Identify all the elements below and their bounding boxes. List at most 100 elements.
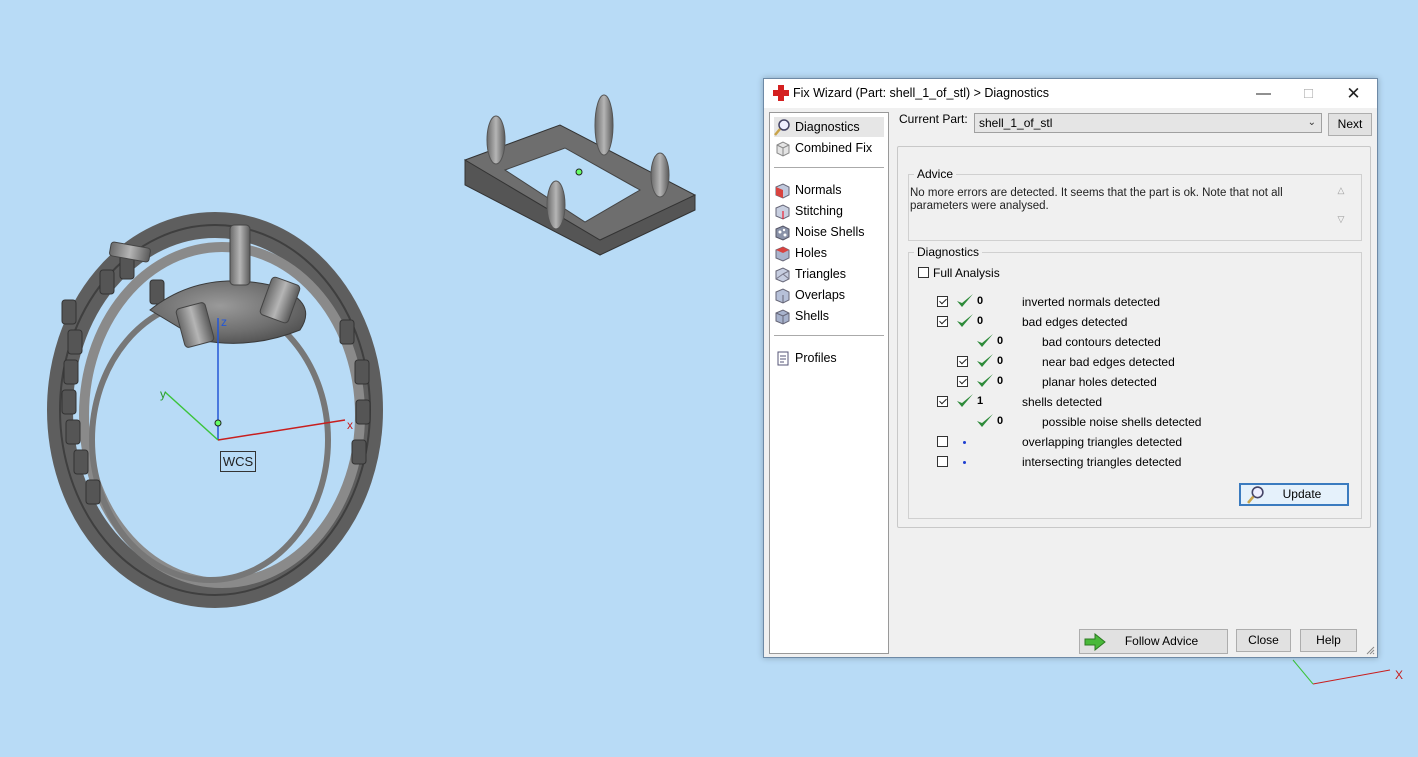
diagnostic-checkbox[interactable] [937, 456, 948, 467]
sidebar-item-label: Combined Fix [795, 141, 873, 155]
overlaps-icon [775, 287, 790, 304]
diagnostic-label: bad edges detected [1022, 315, 1128, 329]
check-mark-icon [957, 394, 973, 407]
diagnostic-count: 0 [997, 375, 1004, 387]
axis-x-label: x [347, 418, 353, 432]
full-analysis-checkbox[interactable] [918, 267, 929, 278]
diagnostic-count: 0 [977, 295, 984, 307]
combined-fix-icon [776, 140, 790, 157]
next-button[interactable]: Next [1328, 113, 1372, 136]
sidebar-item-label: Profiles [795, 351, 837, 365]
close-button[interactable]: Close [1236, 629, 1291, 652]
sidebar-item-combined-fix[interactable]: Combined Fix [774, 138, 884, 158]
update-button[interactable]: Update [1239, 483, 1349, 506]
check-mark-icon [957, 314, 973, 327]
close-window-button[interactable]: ✕ [1331, 79, 1376, 108]
view-triad: X [1292, 659, 1403, 685]
sidebar-separator [774, 167, 884, 168]
axis-y-label: y [160, 387, 166, 401]
normals-icon [775, 182, 790, 199]
axis-z-label: z [221, 315, 227, 329]
sidebar-item-noise-shells[interactable]: Noise Shells [774, 222, 884, 242]
magnifier-icon [774, 118, 790, 136]
title-bar[interactable]: Fix Wizard (Part: shell_1_of_stl) > Diag… [764, 79, 1377, 108]
wizard-sidebar: Diagnostics Combined Fix Normals Stitchi… [769, 112, 889, 654]
check-mark-icon [977, 374, 993, 387]
help-button[interactable]: Help [1300, 629, 1357, 652]
sidebar-item-label: Stitching [795, 204, 843, 218]
diagnostic-count: 0 [997, 335, 1004, 347]
advice-scrollbar[interactable]: △ ▽ [1334, 185, 1348, 231]
resize-grip-icon[interactable] [1365, 645, 1375, 655]
diagnostic-checkbox[interactable] [957, 356, 968, 367]
diagnostic-count: 0 [997, 355, 1004, 367]
diagnostic-checkbox[interactable] [937, 296, 948, 307]
fix-wizard-dialog: Fix Wizard (Part: shell_1_of_stl) > Diag… [763, 78, 1378, 658]
advice-text: No more errors are detected. It seems th… [910, 187, 1283, 212]
scroll-down-icon[interactable]: ▽ [1334, 214, 1348, 225]
diagnostic-checkbox[interactable] [937, 396, 948, 407]
diagnostic-count: 0 [997, 415, 1004, 427]
triad-x-label: X [1395, 668, 1403, 682]
diagnostic-count: 1 [977, 395, 984, 407]
sidebar-item-triangles[interactable]: Triangles [774, 264, 884, 284]
sidebar-item-label: Normals [795, 183, 842, 197]
red-cross-icon [773, 85, 789, 101]
check-mark-icon [977, 414, 993, 427]
diagnostic-label: planar holes detected [1042, 375, 1157, 389]
sidebar-item-shells[interactable]: Shells [774, 306, 884, 326]
profiles-icon [777, 351, 789, 365]
triangles-icon [775, 266, 790, 283]
window-title: Fix Wizard (Part: shell_1_of_stl) > Diag… [793, 86, 1049, 100]
sidebar-separator [774, 335, 884, 336]
ring-model [47, 212, 383, 608]
check-mark-icon [977, 334, 993, 347]
sidebar-item-label: Holes [795, 246, 827, 260]
advice-legend: Advice [914, 167, 957, 181]
current-part-label: Current Part: [899, 112, 968, 126]
chevron-down-icon: ⌄ [1307, 117, 1316, 128]
sidebar-item-label: Diagnostics [795, 120, 860, 134]
green-arrow-icon [1084, 633, 1106, 651]
magnifier-icon [1247, 486, 1264, 504]
sidebar-item-label: Noise Shells [795, 225, 865, 239]
noise-shells-icon [775, 224, 790, 241]
sidebar-item-profiles[interactable]: Profiles [774, 348, 884, 368]
wcs-label: WCS [220, 451, 256, 472]
sidebar-item-label: Overlaps [795, 288, 846, 302]
diagnostic-checkbox[interactable] [957, 376, 968, 387]
stitching-icon [775, 203, 790, 220]
update-label: Update [1282, 487, 1322, 501]
diagnostic-label: overlapping triangles detected [1022, 435, 1183, 449]
diagnostic-label: shells detected [1022, 395, 1103, 409]
diagnostic-label: intersecting triangles detected [1022, 455, 1182, 469]
sidebar-item-holes[interactable]: Holes [774, 243, 884, 263]
holes-icon [775, 245, 790, 262]
current-part-select[interactable]: shell_1_of_stl ⌄ [974, 113, 1322, 133]
diagnostic-label: possible noise shells detected [1042, 415, 1202, 429]
diagnostic-label: inverted normals detected [1022, 295, 1161, 309]
check-mark-icon [957, 294, 973, 307]
sidebar-item-diagnostics[interactable]: Diagnostics [774, 117, 884, 137]
diagnostic-count: 0 [977, 315, 984, 327]
diagnostics-legend: Diagnostics [914, 245, 983, 259]
follow-advice-button[interactable]: Follow Advice [1079, 629, 1228, 654]
sidebar-item-stitching[interactable]: Stitching [774, 201, 884, 221]
check-mark-icon [977, 354, 993, 367]
sidebar-item-normals[interactable]: Normals [774, 180, 884, 200]
maximize-button[interactable]: □ [1286, 79, 1331, 108]
not-analysed-dot-icon [963, 441, 966, 444]
diagnostic-label: bad contours detected [1042, 335, 1161, 349]
not-analysed-dot-icon [963, 461, 966, 464]
sidebar-item-overlaps[interactable]: Overlaps [774, 285, 884, 305]
full-analysis-label: Full Analysis [933, 266, 1000, 280]
setting-model [463, 94, 697, 256]
minimize-button[interactable]: — [1241, 79, 1286, 108]
sidebar-item-label: Triangles [795, 267, 846, 281]
diagnostic-checkbox[interactable] [937, 436, 948, 447]
diagnostic-checkbox[interactable] [937, 316, 948, 327]
diagnostic-label: near bad edges detected [1042, 355, 1175, 369]
current-part-value: shell_1_of_stl [979, 116, 1053, 130]
follow-advice-label: Follow Advice [1124, 634, 1199, 648]
scroll-up-icon[interactable]: △ [1334, 185, 1348, 196]
